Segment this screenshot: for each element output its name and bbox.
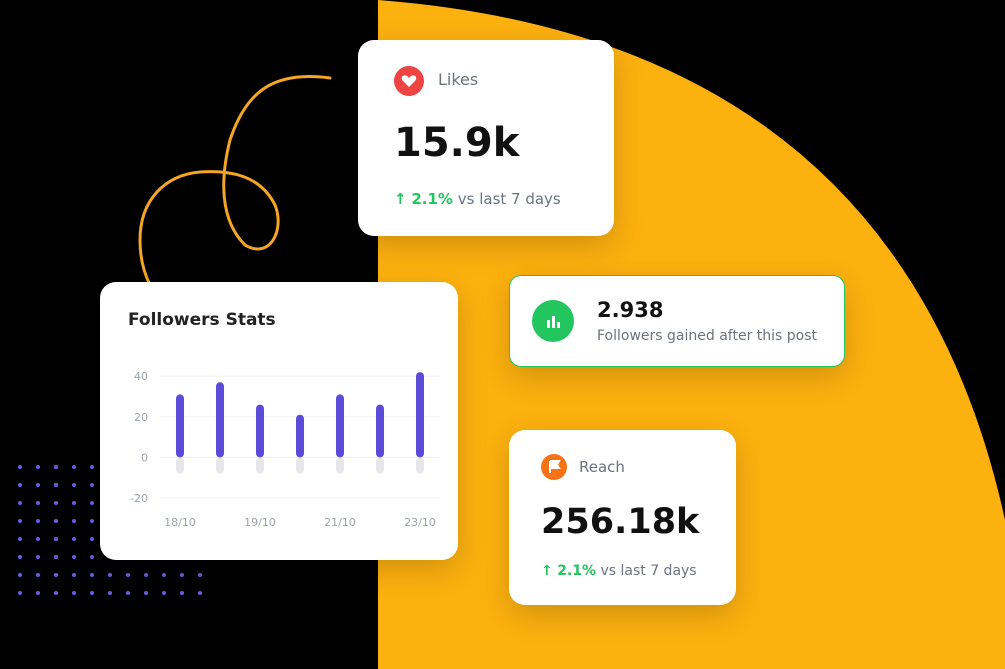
reach-period: vs last 7 days — [600, 563, 697, 579]
likes-trend: ↑ 2.1% vs last 7 days — [394, 190, 561, 208]
x-tick-label: 21/10 — [324, 516, 356, 529]
bar-negative — [416, 457, 424, 474]
squiggle-line — [138, 75, 332, 287]
arrow-up-icon: ↑ — [541, 563, 553, 579]
likes-change: 2.1% — [411, 190, 453, 208]
flag-icon — [541, 454, 567, 480]
followers-chart: 40 20 0 -20 18/10 19/10 21/10 23/10 — [130, 370, 440, 529]
bar-negative — [176, 457, 184, 474]
followers-gained-label: Followers gained after this post — [597, 328, 818, 344]
bar-positive — [336, 394, 344, 458]
bar-positive — [216, 382, 224, 458]
reach-value: 256.18k — [541, 502, 700, 542]
bar-negative — [216, 457, 224, 474]
bar-negative — [336, 457, 344, 474]
bar-negative — [256, 457, 264, 474]
bar-positive — [376, 404, 384, 458]
likes-period: vs last 7 days — [457, 190, 561, 208]
bar-positive — [296, 414, 304, 458]
reach-label: Reach — [579, 458, 625, 476]
y-tick-label: 40 — [134, 370, 148, 383]
arrow-up-icon: ↑ — [394, 190, 407, 208]
x-tick-label: 23/10 — [404, 516, 436, 529]
y-tick-label: -20 — [130, 492, 148, 505]
reach-change: 2.1% — [557, 563, 597, 579]
bar-chart-icon — [532, 300, 574, 342]
followers-stats-card: Followers Stats 40 20 0 -20 18/10 19/10 21/10 2… — [100, 282, 458, 560]
y-tick-label: 0 — [141, 451, 148, 464]
followers-gained-card: 2.938 Followers gained after this post — [509, 275, 845, 367]
followers-gained-value: 2.938 — [597, 298, 664, 322]
bar-negative — [296, 457, 304, 474]
heart-icon — [394, 66, 424, 96]
x-tick-label: 18/10 — [164, 516, 196, 529]
bar-positive — [256, 404, 264, 458]
bar-positive — [416, 372, 424, 458]
likes-card: Likes 15.9k ↑ 2.1% vs last 7 days — [358, 40, 614, 236]
likes-value: 15.9k — [394, 120, 520, 166]
reach-trend: ↑ 2.1% vs last 7 days — [541, 563, 697, 579]
bar-positive — [176, 394, 184, 458]
y-tick-label: 20 — [134, 411, 148, 424]
x-tick-label: 19/10 — [244, 516, 276, 529]
reach-card: Reach 256.18k ↑ 2.1% vs last 7 days — [509, 430, 736, 605]
bar-negative — [376, 457, 384, 474]
likes-label: Likes — [438, 70, 479, 89]
